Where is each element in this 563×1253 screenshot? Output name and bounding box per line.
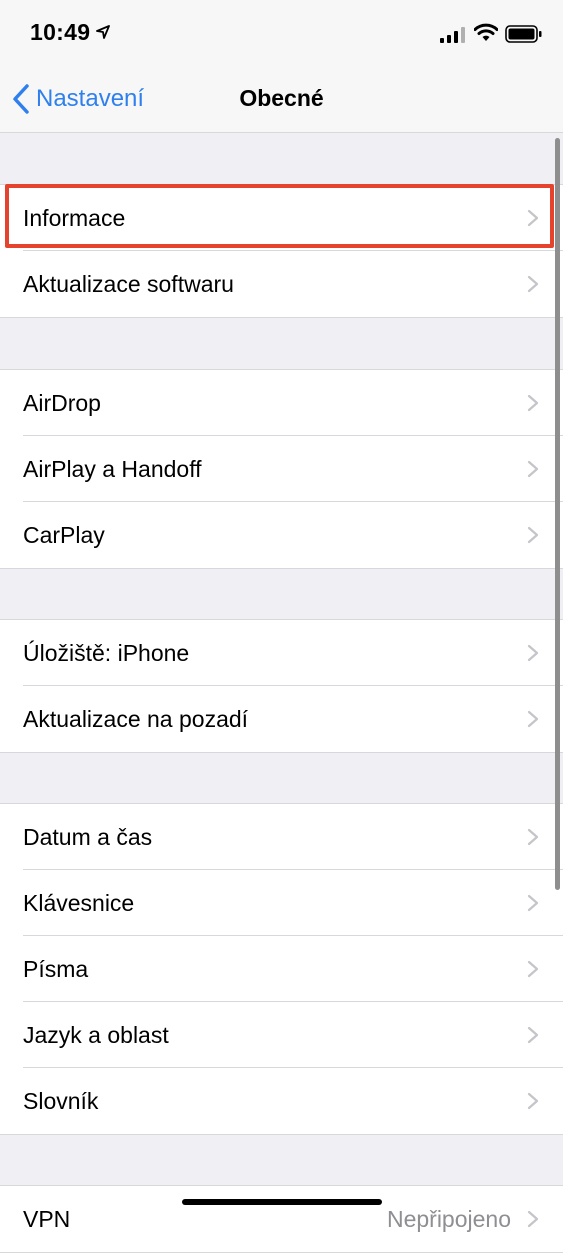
- row-aktualizace-na-pozadi[interactable]: Aktualizace na pozadí: [0, 686, 563, 752]
- wifi-icon: [474, 23, 498, 41]
- row-jazyk-a-oblast[interactable]: Jazyk a oblast: [0, 1002, 563, 1068]
- chevron-right-icon: [527, 894, 539, 912]
- chevron-right-icon: [527, 526, 539, 544]
- status-time: 10:49: [30, 19, 91, 45]
- chevron-right-icon: [527, 960, 539, 978]
- row-value: Nepřipojeno: [386, 1205, 511, 1232]
- cellular-signal-icon: [440, 27, 465, 43]
- row-carplay[interactable]: CarPlay: [0, 502, 563, 568]
- row-label: AirPlay a Handoff: [23, 455, 202, 482]
- row-label: Datum a čas: [23, 823, 153, 850]
- location-arrow-icon: [96, 25, 110, 39]
- highlight-box: [5, 184, 554, 248]
- chevron-right-icon: [527, 394, 539, 412]
- chevron-right-icon: [527, 1026, 539, 1044]
- row-label: AirDrop: [23, 389, 101, 416]
- settings-group-connectivity: AirDrop AirPlay a Handoff CarPlay: [0, 369, 563, 569]
- row-label: Aktualizace na pozadí: [23, 705, 249, 732]
- row-label: Jazyk a oblast: [23, 1021, 169, 1048]
- chevron-right-icon: [527, 828, 539, 846]
- row-airplay-handoff[interactable]: AirPlay a Handoff: [0, 436, 563, 502]
- scrollbar[interactable]: [555, 138, 560, 890]
- row-vpn[interactable]: VPN Nepřipojeno: [0, 1186, 563, 1252]
- page-title: Obecné: [239, 85, 324, 111]
- row-label: VPN: [23, 1205, 71, 1232]
- row-label: Úložiště: iPhone: [23, 639, 190, 666]
- row-label: Aktualizace softwaru: [23, 270, 234, 297]
- row-label: Písma: [23, 955, 89, 982]
- navigation-bar: Nastavení Obecné: [0, 66, 563, 133]
- chevron-right-icon: [527, 710, 539, 728]
- battery-icon: [505, 25, 542, 43]
- status-bar: 10:49: [0, 0, 563, 66]
- row-aktualizace-softwaru[interactable]: Aktualizace softwaru: [0, 251, 563, 317]
- row-label: Klávesnice: [23, 889, 135, 916]
- chevron-right-icon: [527, 460, 539, 478]
- row-slovnik[interactable]: Slovník: [0, 1068, 563, 1134]
- row-label: Slovník: [23, 1087, 99, 1114]
- settings-group-vpn: VPN Nepřipojeno: [0, 1185, 563, 1253]
- row-uloziste-iphone[interactable]: Úložiště: iPhone: [0, 620, 563, 686]
- chevron-right-icon: [527, 1210, 539, 1228]
- row-klavesnice[interactable]: Klávesnice: [0, 870, 563, 936]
- chevron-right-icon: [527, 644, 539, 662]
- row-pisma[interactable]: Písma: [0, 936, 563, 1002]
- settings-group-locale: Datum a čas Klávesnice Písma Jazyk a obl…: [0, 803, 563, 1135]
- row-airdrop[interactable]: AirDrop: [0, 370, 563, 436]
- home-indicator[interactable]: [182, 1199, 382, 1205]
- settings-group-storage: Úložiště: iPhone Aktualizace na pozadí: [0, 619, 563, 753]
- row-label: CarPlay: [23, 521, 105, 548]
- chevron-right-icon: [527, 1092, 539, 1110]
- chevron-right-icon: [527, 275, 539, 293]
- row-datum-a-cas[interactable]: Datum a čas: [0, 804, 563, 870]
